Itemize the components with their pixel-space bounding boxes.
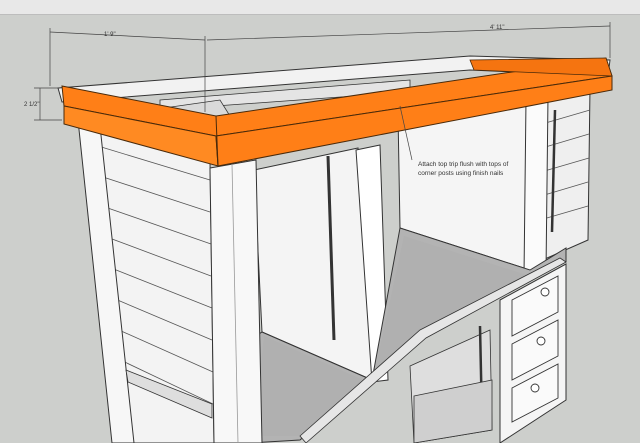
annotation-line-1: Attach top trip flush with tops of xyxy=(418,161,509,168)
drawer-knob-2[interactable] xyxy=(536,336,546,346)
dimension-top-total xyxy=(206,22,611,58)
dimension-label-trim-height: 2 1/2" xyxy=(24,102,39,108)
drawer-knob-3[interactable] xyxy=(530,383,540,393)
center-front-post xyxy=(209,159,263,443)
drawer-knob-1[interactable] xyxy=(540,287,550,297)
furniture-model[interactable]: 1' 9" 4' 11" 2 1/2" Attach top trip flus… xyxy=(0,0,640,443)
dimension-label-top-total: 4' 11" xyxy=(490,25,505,31)
modeling-viewport[interactable]: 1' 9" 4' 11" 2 1/2" Attach top trip flus… xyxy=(0,0,640,443)
annotation-line-2: corner posts using finish nails xyxy=(418,170,504,177)
right-front-post xyxy=(523,95,549,277)
top-trim-end-right[interactable] xyxy=(469,57,613,77)
dimension-label-top-left: 1' 9" xyxy=(104,32,116,38)
